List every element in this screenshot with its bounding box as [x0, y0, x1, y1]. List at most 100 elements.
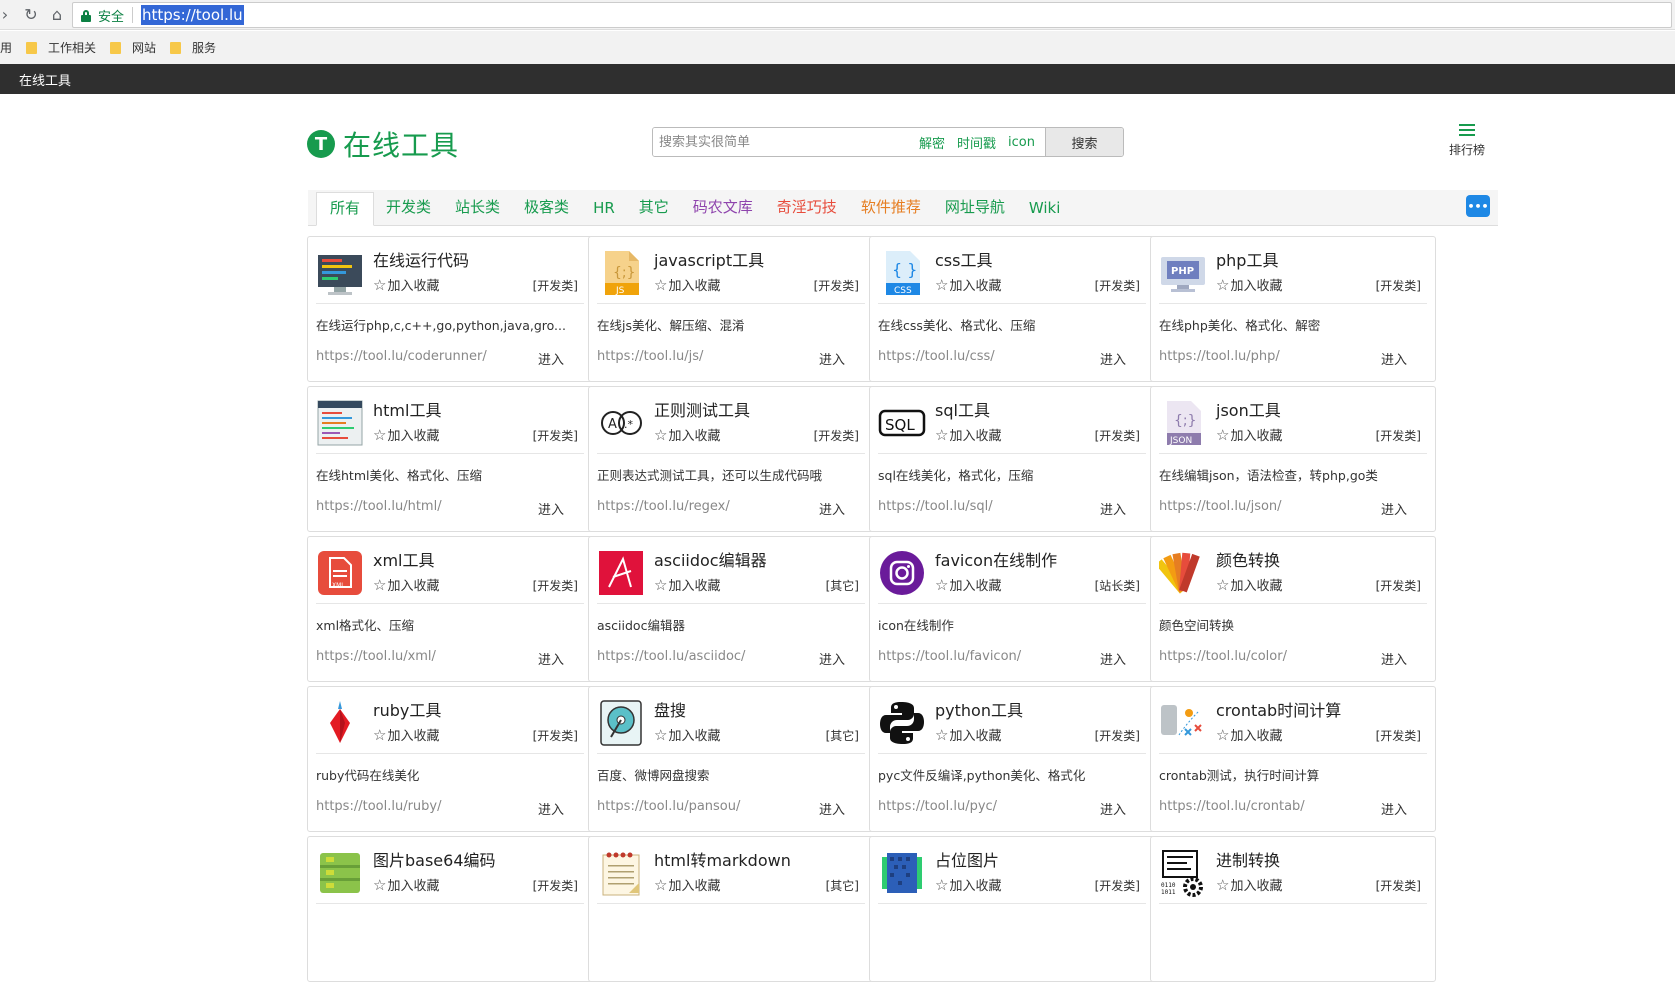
- tool-card[interactable]: ruby工具 ☆ 加入收藏 [开发类] ruby代码在线美化 https://t…: [307, 686, 593, 832]
- tool-card[interactable]: SQL sql工具 ☆ 加入收藏 [开发类] sql在线美化，格式化，压缩 ht…: [869, 386, 1155, 532]
- json-file-icon[interactable]: {;} JSON: [1159, 399, 1207, 447]
- tool-url[interactable]: https://tool.lu/json/: [1159, 499, 1282, 514]
- xml-file-icon[interactable]: XML: [316, 549, 364, 597]
- placeholder-image-icon[interactable]: [878, 849, 926, 897]
- tool-card[interactable]: 0110 1011 进制转换 ☆ 加入收藏 [开发类]: [1150, 836, 1436, 982]
- add-favorite-button[interactable]: ☆ 加入收藏: [373, 575, 439, 595]
- add-favorite-button[interactable]: ☆ 加入收藏: [373, 425, 439, 445]
- tool-title[interactable]: javascript工具: [654, 247, 764, 271]
- tab-item[interactable]: 站长类: [443, 189, 512, 225]
- tab-item[interactable]: 网址导航: [933, 189, 1017, 225]
- enter-link[interactable]: 进入: [538, 349, 564, 368]
- add-favorite-button[interactable]: ☆ 加入收藏: [654, 425, 720, 445]
- tool-url[interactable]: https://tool.lu/js/: [597, 349, 703, 364]
- tab-item[interactable]: Wiki: [1017, 189, 1073, 225]
- js-file-icon[interactable]: {;} JS: [597, 249, 645, 297]
- add-favorite-button[interactable]: ☆ 加入收藏: [1216, 875, 1282, 895]
- enter-link[interactable]: 进入: [1381, 649, 1407, 668]
- tool-url[interactable]: https://tool.lu/ruby/: [316, 799, 442, 814]
- tool-title[interactable]: html工具: [373, 397, 441, 421]
- quick-link-timestamp[interactable]: 时间戳: [951, 128, 1002, 156]
- tool-url[interactable]: https://tool.lu/sql/: [878, 499, 993, 514]
- tool-title[interactable]: 盘搜: [654, 697, 686, 721]
- add-favorite-button[interactable]: ☆ 加入收藏: [654, 275, 720, 295]
- tool-url[interactable]: https://tool.lu/crontab/: [1159, 799, 1305, 814]
- tool-card[interactable]: {;} JSON json工具 ☆ 加入收藏 [开发类] 在线编辑json，语法检…: [1150, 386, 1436, 532]
- enter-link[interactable]: 进入: [1100, 499, 1126, 518]
- tool-url[interactable]: https://tool.lu/css/: [878, 349, 995, 364]
- enter-link[interactable]: 进入: [1100, 799, 1126, 818]
- enter-link[interactable]: 进入: [1381, 799, 1407, 818]
- address-bar[interactable]: 安全 https://tool.lu: [72, 2, 1672, 28]
- tool-card[interactable]: html转markdown ☆ 加入收藏 [其它]: [588, 836, 874, 982]
- tool-card[interactable]: {;} JS javascript工具 ☆ 加入收藏 [开发类] 在线js美化、解…: [588, 236, 874, 382]
- add-favorite-button[interactable]: ☆ 加入收藏: [935, 875, 1001, 895]
- tool-card[interactable]: A .* 正则测试工具 ☆ 加入收藏 [开发类] 正则表达式测试工具，还可以生成代…: [588, 386, 874, 532]
- add-favorite-button[interactable]: ☆ 加入收藏: [373, 725, 439, 745]
- enter-link[interactable]: 进入: [819, 649, 845, 668]
- search-button[interactable]: 搜索: [1045, 128, 1123, 156]
- back-icon[interactable]: ›: [0, 4, 16, 26]
- add-favorite-button[interactable]: ☆ 加入收藏: [935, 425, 1001, 445]
- tool-url[interactable]: https://tool.lu/pansou/: [597, 799, 740, 814]
- tool-title[interactable]: sql工具: [935, 397, 990, 421]
- rank-button[interactable]: 排行榜: [1446, 124, 1488, 158]
- tool-card[interactable]: { } CSS css工具 ☆ 加入收藏 [开发类] 在线css美化、格式化、压缩…: [869, 236, 1155, 382]
- tool-card[interactable]: 在线运行代码 ☆ 加入收藏 [开发类] 在线运行php,c,c++,go,pyt…: [307, 236, 593, 382]
- tool-url[interactable]: https://tool.lu/regex/: [597, 499, 730, 514]
- enter-link[interactable]: 进入: [1381, 349, 1407, 368]
- tool-title[interactable]: html转markdown: [654, 847, 791, 871]
- tab-item[interactable]: 奇淫巧技: [765, 189, 849, 225]
- tool-title[interactable]: php工具: [1216, 247, 1278, 271]
- bookmarks-apps-label[interactable]: 用: [0, 39, 12, 56]
- tool-card[interactable]: asciidoc编辑器 ☆ 加入收藏 [其它] asciidoc编辑器 http…: [588, 536, 874, 682]
- enter-link[interactable]: 进入: [819, 499, 845, 518]
- enter-link[interactable]: 进入: [538, 499, 564, 518]
- tool-url[interactable]: https://tool.lu/php/: [1159, 349, 1280, 364]
- tool-card[interactable]: 图片base64编码 ☆ 加入收藏 [开发类]: [307, 836, 593, 982]
- enter-link[interactable]: 进入: [538, 649, 564, 668]
- add-favorite-button[interactable]: ☆ 加入收藏: [1216, 725, 1282, 745]
- add-favorite-button[interactable]: ☆ 加入收藏: [935, 575, 1001, 595]
- tool-url[interactable]: https://tool.lu/favicon/: [878, 649, 1021, 664]
- enter-link[interactable]: 进入: [1100, 349, 1126, 368]
- tool-card[interactable]: 盘搜 ☆ 加入收藏 [其它] 百度、微博网盘搜索 https://tool.lu…: [588, 686, 874, 832]
- add-favorite-button[interactable]: ☆ 加入收藏: [1216, 575, 1282, 595]
- add-favorite-button[interactable]: ☆ 加入收藏: [935, 275, 1001, 295]
- bookmark-folder[interactable]: 网站: [110, 39, 156, 56]
- add-favorite-button[interactable]: ☆ 加入收藏: [935, 725, 1001, 745]
- sql-icon[interactable]: SQL: [878, 399, 926, 447]
- color-swatch-icon[interactable]: [1155, 549, 1207, 597]
- tab-item[interactable]: HR: [581, 189, 627, 225]
- bookmark-folder[interactable]: 服务: [170, 39, 216, 56]
- tool-title[interactable]: python工具: [935, 697, 1023, 721]
- tool-card[interactable]: XML xml工具 ☆ 加入收藏 [开发类] xml格式化、压缩 https:/…: [307, 536, 593, 682]
- tool-title[interactable]: crontab时间计算: [1216, 697, 1341, 721]
- quick-link-decrypt[interactable]: 解密: [913, 128, 951, 156]
- html-editor-icon[interactable]: [316, 399, 364, 447]
- tool-title[interactable]: 颜色转换: [1216, 547, 1280, 571]
- tool-url[interactable]: https://tool.lu/coderunner/: [316, 349, 487, 364]
- tool-title[interactable]: xml工具: [373, 547, 435, 571]
- enter-link[interactable]: 进入: [538, 799, 564, 818]
- tool-card[interactable]: favicon在线制作 ☆ 加入收藏 [站长类] icon在线制作 https:…: [869, 536, 1155, 682]
- notepad-icon[interactable]: [597, 849, 645, 897]
- instagram-icon[interactable]: [878, 549, 926, 597]
- tool-card[interactable]: PHP php工具 ☆ 加入收藏 [开发类] 在线php美化、格式化、解密 ht…: [1150, 236, 1436, 382]
- add-favorite-button[interactable]: ☆ 加入收藏: [654, 575, 720, 595]
- enter-link[interactable]: 进入: [819, 349, 845, 368]
- tool-title[interactable]: 正则测试工具: [654, 397, 750, 421]
- tab-item[interactable]: 码农文库: [681, 189, 765, 225]
- site-logo[interactable]: T 在线工具: [307, 124, 459, 164]
- tool-url[interactable]: https://tool.lu/color/: [1159, 649, 1287, 664]
- tool-url[interactable]: https://tool.lu/html/: [316, 499, 442, 514]
- tool-card[interactable]: 颜色转换 ☆ 加入收藏 [开发类] 颜色空间转换 https://tool.lu…: [1150, 536, 1436, 682]
- home-icon[interactable]: ⌂: [46, 4, 68, 26]
- tool-title[interactable]: 图片base64编码: [373, 847, 496, 871]
- tool-title[interactable]: css工具: [935, 247, 992, 271]
- python-icon[interactable]: [878, 699, 926, 747]
- tool-card[interactable]: 占位图片 ☆ 加入收藏 [开发类]: [869, 836, 1155, 982]
- quick-link-icon[interactable]: icon: [1002, 128, 1045, 156]
- enter-link[interactable]: 进入: [1100, 649, 1126, 668]
- tool-url[interactable]: https://tool.lu/asciidoc/: [597, 649, 745, 664]
